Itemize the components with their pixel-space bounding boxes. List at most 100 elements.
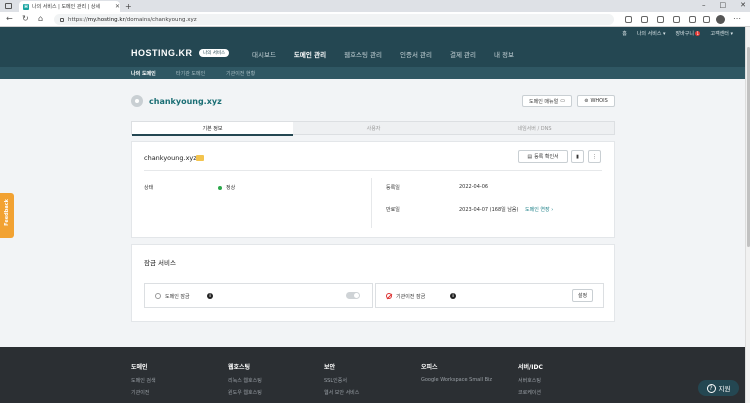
domain-lock-box: 도메인 잠금 i	[144, 283, 373, 308]
footer-link[interactable]: SSL인증서	[324, 377, 347, 384]
vpn-icon[interactable]	[689, 16, 696, 23]
registration-certificate-button[interactable]: ▤ 등록 확인서	[518, 150, 568, 163]
footer-link[interactable]: 서버호스팅	[518, 377, 541, 384]
util-my-services-link[interactable]: 나의 서비스 ▾	[637, 30, 666, 37]
nav-webhosting-management[interactable]: 웹호스팅 관리	[344, 49, 382, 59]
read-aloud-icon[interactable]	[625, 16, 632, 23]
site-logo[interactable]: HOSTING.KR	[131, 48, 193, 58]
lock-service-title: 잠금 서비스	[144, 259, 176, 267]
subnav-my-domains[interactable]: 나의 도메인	[131, 70, 156, 77]
footer-link[interactable]: Google Workspace Small Biz	[421, 377, 492, 383]
bar-chart-icon: ▮	[576, 153, 579, 160]
util-home-link[interactable]: 홈	[622, 30, 627, 37]
info-icon[interactable]: i	[207, 293, 213, 299]
home-icon[interactable]: ⌂	[38, 15, 43, 23]
info-icon[interactable]: i	[450, 293, 456, 299]
domain-globe-icon	[131, 95, 143, 107]
subnav-transfer-status[interactable]: 기관이전 현황	[226, 70, 255, 77]
question-icon: ?	[706, 383, 716, 393]
url-input[interactable]: https://my.hosting.kr/domains/chankyoung…	[54, 14, 614, 25]
more-menu-icon[interactable]: ⋯	[733, 15, 741, 23]
domain-tabs: 기본 정보 사용자 네임서버 / DNS	[131, 121, 615, 136]
logo-tag: 나의 서비스	[199, 49, 230, 57]
nav-certificate-management[interactable]: 인증서 관리	[400, 49, 432, 59]
tab-basic-info[interactable]: 기본 정보	[132, 122, 293, 136]
status-value: 정상	[226, 185, 236, 191]
expiry-label: 만료일	[386, 207, 400, 213]
nav-my-info[interactable]: 내 정보	[494, 49, 514, 59]
nav-payment-management[interactable]: 결제 관리	[450, 49, 476, 59]
tab-actions-icon[interactable]	[5, 3, 12, 9]
more-options-button[interactable]: ⋮	[588, 150, 601, 163]
column-divider	[371, 178, 372, 228]
whois-button[interactable]: ⊚ WHOIS	[577, 95, 615, 107]
collections-icon[interactable]	[673, 16, 680, 23]
footer-heading: 웹호스팅	[228, 364, 251, 371]
folder-icon[interactable]	[196, 155, 204, 161]
registered-label: 등록일	[386, 185, 400, 191]
card-domain-name: chankyoung.xyz	[144, 154, 197, 162]
maximize-icon[interactable]: □	[720, 1, 727, 9]
sub-nav: 나의 도메인 타기관 도메인 기관이전 현황	[0, 67, 745, 79]
lock-icon	[60, 17, 64, 22]
domain-lock-label: 도메인 잠금	[165, 294, 190, 300]
domain-lock-icon	[155, 293, 161, 299]
footer-link[interactable]: 도메인 검색	[131, 377, 156, 384]
browser-tab-bar: H 나의 서비스 | 도메인 관리 | 상세 ✕ + – □ ✕	[0, 0, 750, 12]
util-cart-link[interactable]: 장바구니 1	[676, 30, 701, 37]
transfer-lock-label: 기관이전 잠금	[396, 294, 426, 300]
reload-icon[interactable]: ↻	[22, 15, 29, 23]
footer-link[interactable]: 리눅스 웹호스팅	[228, 377, 262, 384]
transfer-lock-box: 기관이전 잠금 i 설정	[375, 283, 604, 308]
domain-manual-button[interactable]: 도메인 매뉴얼 ▭	[522, 95, 572, 107]
close-window-icon[interactable]: ✕	[740, 1, 746, 9]
status-label: 상태	[144, 185, 154, 191]
utility-bar: 홈 나의 서비스 ▾ 장바구니 1 고객센터 ▾	[622, 30, 733, 37]
footer-link[interactable]: 기관이전	[131, 389, 149, 396]
site-favicon-icon: H	[23, 3, 29, 10]
footer-link[interactable]: 코로케이션	[518, 389, 541, 396]
stats-button[interactable]: ▮	[571, 150, 584, 163]
footer-heading: 보안	[324, 364, 336, 371]
page-scrollbar[interactable]	[745, 27, 750, 403]
nav-domain-management[interactable]: 도메인 관리	[294, 49, 326, 59]
footer-link[interactable]: 웹서 보안 서비스	[324, 389, 359, 396]
subnav-other-registrar[interactable]: 타기관 도메인	[176, 70, 205, 77]
expiry-value: 2023-04-07 (168일 남음)	[459, 207, 519, 213]
domain-title: chankyoung.xyz	[149, 97, 222, 106]
manual-icon: ▭	[560, 98, 565, 104]
chevron-right-icon: ›	[551, 207, 554, 213]
back-icon[interactable]: ←	[6, 15, 13, 23]
no-entry-icon	[386, 293, 392, 299]
card-divider	[144, 170, 602, 171]
domain-info-card: chankyoung.xyz ▤ 등록 확인서 ▮ ⋮ 상태 정상 등록일 202…	[131, 141, 615, 238]
extension-icon[interactable]	[641, 16, 648, 23]
help-button[interactable]: ? 지원	[698, 380, 739, 396]
address-bar-row: ← ↻ ⌂ https://my.hosting.kr/domains/chan…	[0, 12, 750, 27]
nav-dashboard[interactable]: 대시보드	[252, 49, 276, 59]
footer-link[interactable]: 윈도우 웹호스팅	[228, 389, 262, 396]
site-header: 홈 나의 서비스 ▾ 장바구니 1 고객센터 ▾ HOSTING.KR 나의 서비…	[0, 27, 745, 67]
whois-icon: ⊚	[584, 98, 589, 104]
domain-lock-toggle[interactable]	[346, 292, 360, 299]
extend-domain-link[interactable]: 도메인 연장 ›	[525, 206, 553, 213]
favorites-icon[interactable]	[657, 16, 664, 23]
tab-users[interactable]: 사용자	[293, 125, 454, 132]
status-dot-icon	[218, 186, 222, 190]
tab-nameserver-dns[interactable]: 네임서버 / DNS	[454, 125, 615, 132]
lock-service-card: 잠금 서비스 도메인 잠금 i 기관이전 잠금 i 설정	[131, 244, 615, 322]
footer-heading: 도메인	[131, 364, 148, 371]
tab-close-icon[interactable]: ✕	[115, 3, 120, 10]
footer-heading: 서버/IDC	[518, 364, 543, 371]
new-tab-icon[interactable]: +	[125, 2, 132, 11]
footer-heading: 오피스	[421, 364, 438, 371]
transfer-lock-settings-button[interactable]: 설정	[572, 289, 593, 302]
util-support-link[interactable]: 고객센터 ▾	[710, 30, 733, 37]
tab-title: 나의 서비스 | 도메인 관리 | 상세	[32, 4, 101, 10]
kebab-icon: ⋮	[592, 153, 597, 160]
browser-tab[interactable]: H 나의 서비스 | 도메인 관리 | 상세 ✕	[19, 1, 120, 12]
profile-avatar[interactable]	[716, 15, 725, 24]
extension-2-icon[interactable]	[703, 16, 710, 23]
minimize-icon[interactable]: –	[702, 1, 706, 9]
feedback-tab[interactable]: Feedback	[0, 193, 14, 238]
